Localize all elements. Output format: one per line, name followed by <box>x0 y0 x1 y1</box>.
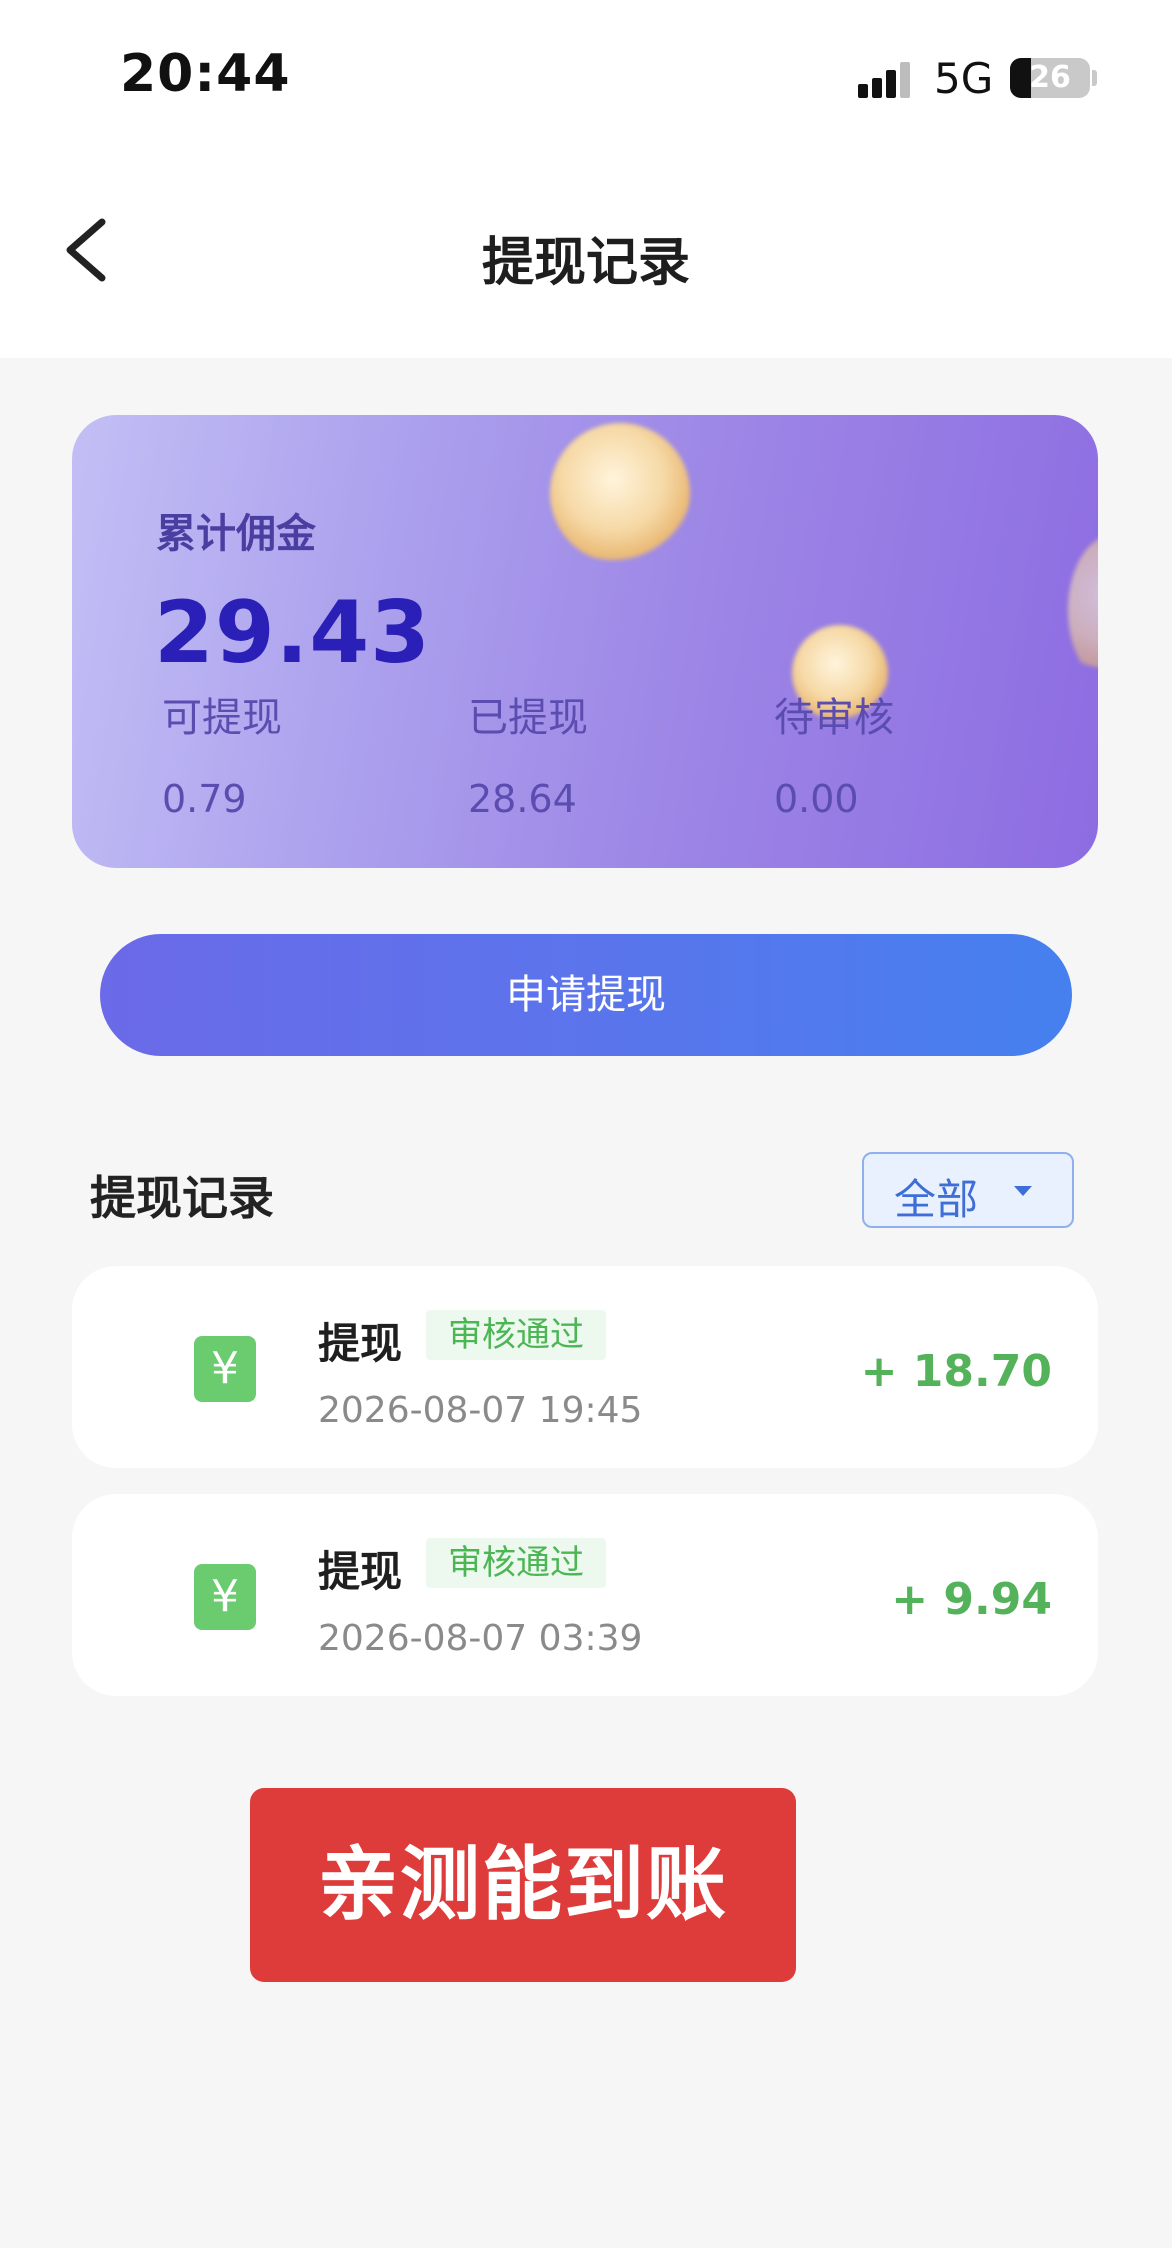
record-type: 提现 <box>318 1547 403 1596</box>
record-amount: + 9.94 <box>891 1574 1052 1625</box>
commission-summary-card: 累计佣金 29.43 可提现 0.79 已提现 28.64 待审核 0.00 <box>72 415 1098 868</box>
caret-down-icon <box>1014 1186 1032 1196</box>
coin-decoration <box>550 423 690 563</box>
stat-value: 0.79 <box>162 777 247 821</box>
record-item[interactable]: ¥ 提现 审核通过 2026-08-07 19:45 + 18.70 <box>72 1266 1098 1468</box>
stat-label: 待审核 <box>774 695 894 741</box>
record-time: 2026-08-07 19:45 <box>318 1390 643 1431</box>
yen-icon: ¥ <box>194 1564 256 1630</box>
stat-label: 可提现 <box>162 695 282 741</box>
record-amount: + 18.70 <box>860 1346 1052 1397</box>
total-commission-value: 29.43 <box>154 583 432 683</box>
apply-withdraw-button[interactable]: 申请提现 <box>100 934 1072 1056</box>
stat-pending: 待审核 0.00 <box>774 685 894 821</box>
stat-label: 已提现 <box>468 695 588 741</box>
record-item[interactable]: ¥ 提现 审核通过 2026-08-07 03:39 + 9.94 <box>72 1494 1098 1696</box>
network-label: 5G <box>934 54 994 103</box>
records-filter-dropdown[interactable]: 全部 <box>862 1152 1074 1228</box>
stat-withdrawn: 已提现 28.64 <box>468 685 588 821</box>
stat-value: 28.64 <box>468 777 577 821</box>
battery-tip <box>1092 70 1097 86</box>
stat-withdrawable: 可提现 0.79 <box>162 685 282 821</box>
record-status-badge: 审核通过 <box>426 1538 606 1588</box>
records-section-title: 提现记录 <box>90 1171 274 1225</box>
battery-icon: 26 <box>1010 58 1090 98</box>
overlay-banner: 亲测能到账 <box>250 1788 796 1982</box>
coin-decoration <box>1068 535 1098 685</box>
record-time: 2026-08-07 03:39 <box>318 1618 643 1659</box>
total-commission-label: 累计佣金 <box>156 511 316 557</box>
filter-label: 全部 <box>894 1175 979 1224</box>
record-type: 提现 <box>318 1319 403 1368</box>
page-title: 提现记录 <box>481 233 690 293</box>
record-status-badge: 审核通过 <box>426 1310 606 1360</box>
signal-icon <box>858 62 918 98</box>
yen-icon: ¥ <box>194 1336 256 1402</box>
status-time: 20:44 <box>120 44 291 104</box>
battery-level: 26 <box>1029 60 1071 95</box>
stat-value: 0.00 <box>774 777 859 821</box>
